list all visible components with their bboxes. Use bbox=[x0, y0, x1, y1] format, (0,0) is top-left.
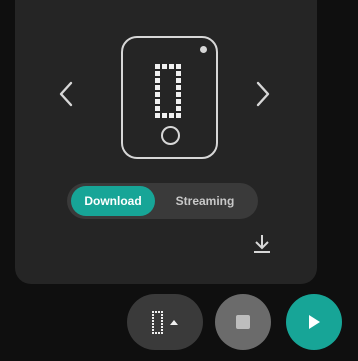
caret-up-icon bbox=[170, 319, 178, 325]
play-icon bbox=[309, 315, 320, 329]
device-panel: Download Streaming bbox=[15, 0, 317, 284]
device-camera-dot bbox=[200, 46, 207, 53]
device-preview bbox=[121, 36, 218, 159]
device-selector-button[interactable] bbox=[127, 294, 203, 350]
led-matrix-device-icon bbox=[152, 310, 163, 334]
stop-icon bbox=[236, 315, 250, 329]
chevron-left-icon[interactable] bbox=[56, 78, 76, 110]
device-home-button bbox=[160, 126, 180, 145]
streaming-mode-button[interactable]: Streaming bbox=[159, 186, 251, 216]
app-root: Download Streaming bbox=[0, 0, 358, 361]
download-mode-button[interactable]: Download bbox=[71, 186, 155, 216]
mode-toggle: Download Streaming bbox=[67, 183, 258, 219]
play-button[interactable] bbox=[286, 294, 342, 350]
action-bar bbox=[0, 294, 358, 354]
download-icon[interactable] bbox=[252, 233, 272, 255]
stop-button[interactable] bbox=[215, 294, 271, 350]
chevron-right-icon[interactable] bbox=[253, 78, 273, 110]
led-matrix-display bbox=[155, 64, 181, 118]
